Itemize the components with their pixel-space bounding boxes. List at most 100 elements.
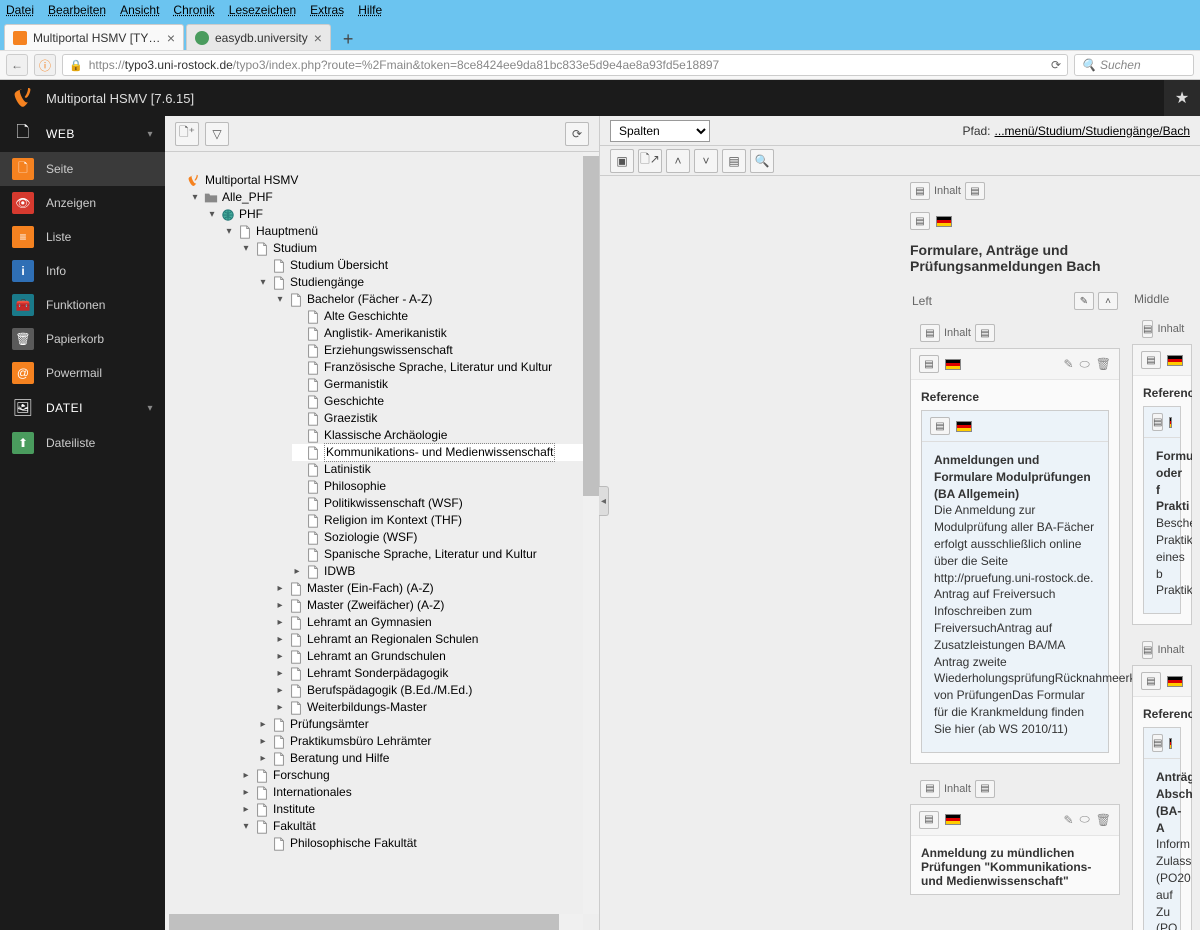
chevron-right-icon[interactable]: ▸ [275, 665, 285, 682]
chevron-right-icon[interactable]: ▸ [258, 750, 268, 767]
tree-item[interactable]: ▸ Geschichte [292, 393, 599, 410]
add-content-button[interactable]: ▤ [920, 324, 940, 342]
chevron-down-icon[interactable]: ▾ [241, 240, 251, 257]
add-content-button[interactable]: ▤ [975, 324, 995, 342]
chevron-down-icon[interactable]: ▾ [207, 206, 217, 223]
tree-item[interactable]: ▸ Politikwissenschaft (WSF) [292, 495, 599, 512]
toggle-icon[interactable]: ⬭ [1080, 357, 1090, 372]
toolbar-button-down[interactable]: ˅ [694, 149, 718, 173]
page-tree[interactable]: ▸ Multiportal HSMV ▾ Alle_PHF ▾ PHF ▾ Ha… [165, 152, 599, 930]
tree-item[interactable]: ▸ Master (Ein-Fach) (A-Z) [275, 580, 599, 597]
view-mode-select[interactable]: Spalten [610, 120, 710, 142]
delete-icon[interactable]: 🗑 [1096, 357, 1111, 371]
chevron-right-icon[interactable]: ▸ [258, 716, 268, 733]
menu-hilfe[interactable]: Hilfe [358, 3, 382, 17]
menu-lesezeichen[interactable]: Lesezeichen [229, 3, 296, 17]
tree-item[interactable]: ▸ Latinistik [292, 461, 599, 478]
tree-root[interactable]: ▸ Multiportal HSMV [173, 172, 599, 189]
content-element[interactable]: ▤ Reference ▤ Formu oder f Prakti Besche… [1132, 344, 1192, 625]
chevron-down-icon[interactable]: ▾ [275, 291, 285, 308]
tree-item[interactable]: ▸ Lehramt an Gymnasien [275, 614, 599, 631]
tree-item[interactable]: ▸ Lehramt an Regionalen Schulen [275, 631, 599, 648]
chevron-down-icon[interactable]: ▾ [224, 223, 234, 240]
module-list[interactable]: ≡ Liste [0, 220, 165, 254]
refresh-button[interactable]: ⟳ [565, 122, 589, 146]
tree-scrollbar[interactable] [583, 152, 599, 914]
tree-item[interactable]: ▸ Philosophische Fakultät [258, 835, 599, 852]
delete-icon[interactable]: 🗑 [1096, 813, 1111, 827]
toolbar-button[interactable]: 🗋↗ [638, 149, 662, 173]
chevron-right-icon[interactable]: ▸ [241, 784, 251, 801]
chevron-right-icon[interactable]: ▸ [241, 801, 251, 818]
add-content-button[interactable]: ▤ [975, 780, 995, 798]
new-page-button[interactable]: 🗋⁺ [175, 122, 199, 146]
module-group-file[interactable]: 🖼 DATEI ▾ [0, 390, 165, 426]
tree-item[interactable]: ▸ Graezistik [292, 410, 599, 427]
tree-item[interactable]: ▸ Lehramt Sonderpädagogik [275, 665, 599, 682]
chevron-right-icon[interactable]: ▸ [275, 614, 285, 631]
module-func[interactable]: 🧰 Funktionen [0, 288, 165, 322]
tree-item[interactable]: ▸ Master (Zweifächer) (A-Z) [275, 597, 599, 614]
module-filelist[interactable]: ⬆ Dateiliste [0, 426, 165, 460]
content-element[interactable]: ▤ ✎ ⬭ 🗑 Anmeldung zu mündlichen Prüfunge… [910, 804, 1120, 895]
tree-item[interactable]: ▾ Alle_PHF [190, 189, 599, 206]
tree-item[interactable]: ▸ Praktikumsbüro Lehrämter [258, 733, 599, 750]
tree-item[interactable]: ▸ Kommunikations- und Medienwissenschaft [292, 444, 599, 461]
add-content-button[interactable]: ▤ [910, 182, 930, 200]
chevron-right-icon[interactable]: ▸ [275, 597, 285, 614]
module-view[interactable]: 👁 Anzeigen [0, 186, 165, 220]
identity-button[interactable]: ⓘ [34, 54, 56, 76]
search-field[interactable]: 🔍 Suchen [1074, 54, 1194, 76]
tree-item[interactable]: ▸ Spanische Sprache, Literatur und Kultu… [292, 546, 599, 563]
tree-item[interactable]: ▸ Anglistik- Amerikanistik [292, 325, 599, 342]
tree-item[interactable]: ▸ Berufspädagogik (B.Ed./M.Ed.) [275, 682, 599, 699]
tree-item[interactable]: ▾ Fakultät [241, 818, 599, 835]
close-icon[interactable]: × [314, 30, 322, 46]
menu-ansicht[interactable]: Ansicht [120, 3, 159, 17]
tree-item[interactable]: ▸ Germanistik [292, 376, 599, 393]
tree-item[interactable]: ▸ Religion im Kontext (THF) [292, 512, 599, 529]
module-group-web[interactable]: 🗋 WEB ▾ [0, 116, 165, 152]
tree-item[interactable]: ▸ Alte Geschichte [292, 308, 599, 325]
edit-button[interactable]: ▤ [910, 212, 930, 230]
tree-item[interactable]: ▾ PHF [207, 206, 599, 223]
edit-icon[interactable]: ✎ [1063, 357, 1073, 371]
splitter-handle[interactable]: ◂ [599, 486, 609, 516]
chevron-down-icon[interactable]: ▾ [258, 274, 268, 291]
menu-datei[interactable]: Datei [6, 3, 34, 17]
chevron-right-icon[interactable]: ▸ [241, 767, 251, 784]
tree-hscrollbar[interactable] [165, 914, 583, 930]
bookmark-button[interactable]: ★ [1164, 80, 1200, 116]
tree-item[interactable]: ▾ Hauptmenü [224, 223, 599, 240]
tree-item[interactable]: ▸ Soziologie (WSF) [292, 529, 599, 546]
toggle-icon[interactable]: ⬭ [1080, 812, 1090, 827]
menu-chronik[interactable]: Chronik [173, 3, 214, 17]
edit-icon[interactable]: ✎ [1074, 292, 1094, 310]
filter-button[interactable]: ▽ [205, 122, 229, 146]
url-field[interactable]: 🔒 https://typo3.uni-rostock.de/typo3/ind… [62, 54, 1068, 76]
chevron-right-icon[interactable]: ▸ [275, 699, 285, 716]
tree-item[interactable]: ▸ Prüfungsämter [258, 716, 599, 733]
add-content-button[interactable]: ▤ [1142, 641, 1153, 659]
back-button[interactable]: ← [6, 54, 28, 76]
chevron-right-icon[interactable]: ▸ [275, 648, 285, 665]
chevron-down-icon[interactable]: ▾ [241, 818, 251, 835]
toolbar-button[interactable]: ▣ [610, 149, 634, 173]
add-content-button[interactable]: ▤ [1142, 320, 1153, 338]
tree-item[interactable]: ▸ Internationales [241, 784, 599, 801]
chevron-right-icon[interactable]: ▸ [275, 631, 285, 648]
module-page[interactable]: 🗋 Seite [0, 152, 165, 186]
browser-tab[interactable]: Multiportal HSMV [TYPO3... × [4, 24, 184, 50]
search-button[interactable]: 🔍 [750, 149, 774, 173]
chevron-right-icon[interactable]: ▸ [275, 580, 285, 597]
collapse-icon[interactable]: ˄ [1098, 292, 1118, 310]
chevron-down-icon[interactable]: ▾ [190, 189, 200, 206]
tree-item[interactable]: ▾ Bachelor (Fächer - A-Z) [275, 291, 599, 308]
tree-item[interactable]: ▸ Philosophie [292, 478, 599, 495]
content-element[interactable]: ▤ Reference ▤ Anträg Abschl (BA-A Inform… [1132, 665, 1192, 930]
tree-item[interactable]: ▸ Erziehungswissenschaft [292, 342, 599, 359]
path-link[interactable]: ...menü/Studium/Studiengänge/Bach [995, 124, 1190, 138]
tree-item[interactable]: ▸ Forschung [241, 767, 599, 784]
toolbar-button-up[interactable]: ˄ [666, 149, 690, 173]
tree-item[interactable]: ▸ Weiterbildungs-Master [275, 699, 599, 716]
